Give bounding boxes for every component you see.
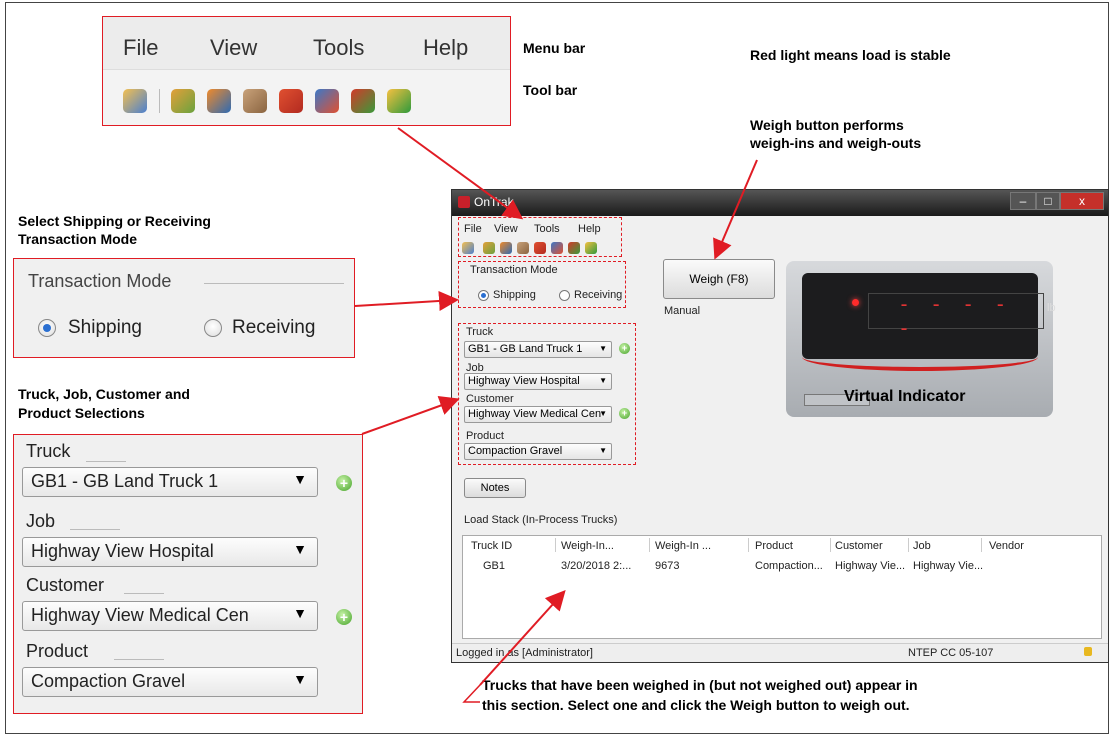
product-line [114,659,164,660]
callout-menu-bar: Menu bar [523,40,586,56]
callout-selections-1: Truck, Job, Customer and [18,386,190,402]
cell-job: Highway Vie... [913,560,984,572]
app-logo-icon [458,196,470,208]
job-line [70,529,120,530]
cell-weigh-in-weight: 9673 [655,560,680,572]
transaction-mode-label: Transaction Mode [28,271,172,291]
books-icon[interactable] [351,89,375,113]
zoom-transaction-mode: Transaction Mode Shipping Receiving [13,258,355,358]
chevron-down-icon: ▼ [293,605,307,621]
lock-icon [1084,647,1092,656]
users-icon[interactable] [123,89,147,113]
col-header[interactable]: Weigh-In... [561,540,614,552]
truck-value: GB1 - GB Land Truck 1 [31,471,219,491]
truck-line [86,461,126,462]
customer-icon[interactable] [207,89,231,113]
load-stack-table[interactable]: Truck ID Weigh-In... Weigh-In ... Produc… [462,535,1102,639]
dollar-user-icon[interactable] [387,89,411,113]
col-divider [908,538,909,552]
receiving-radio[interactable] [204,319,222,337]
add-truck-icon[interactable]: + [336,475,352,491]
chevron-down-icon: ▼ [293,541,307,557]
title-bar: OnTrak – □ x [452,190,1108,216]
col-divider [748,538,749,552]
job-label: Job [26,511,56,531]
col-divider [981,538,982,552]
product-select[interactable]: Compaction Gravel ▼ [22,667,318,697]
chevron-down-icon: ▼ [293,671,307,687]
col-divider [555,538,556,552]
notes-button[interactable]: Notes [464,478,526,498]
chevron-down-icon: ▼ [293,471,307,487]
callout-trucks-1: Trucks that have been weighed in (but no… [482,677,918,693]
zoom-selections: Truck GB1 - GB Land Truck 1 ▼ + Job Highw… [13,434,363,714]
truck-label: Truck [26,441,71,461]
col-divider [649,538,650,552]
stable-light-icon [852,299,859,306]
truck-select[interactable]: GB1 - GB Land Truck 1 ▼ [22,467,318,497]
status-cert: NTEP CC 05-107 [908,647,994,659]
col-header[interactable]: Vendor [989,540,1024,552]
transaction-highlight [458,261,626,308]
product-value: Compaction Gravel [31,671,186,691]
product-box-icon[interactable] [243,89,267,113]
menu-highlight [458,217,622,257]
virtual-indicator-label: Virtual Indicator [844,388,966,405]
load-stack-label: Load Stack (In-Process Trucks) [464,514,618,526]
truck-load-icon[interactable] [315,89,339,113]
group-line [204,283,344,284]
customer-line [124,593,164,594]
zoom-menu-toolbar: File View Tools Help [102,16,511,126]
cell-customer: Highway Vie... [835,560,906,572]
indicator-screen: - - - - - lb [802,273,1056,359]
job-value: Highway View Hospital [31,541,214,561]
indicator-red-accent [802,357,1038,371]
callout-weigh-button-2: weigh-ins and weigh-outs [750,135,922,151]
truck-job-icon[interactable] [171,89,195,113]
minimize-button[interactable]: – [1010,192,1036,210]
col-header[interactable]: Customer [835,540,883,552]
col-header[interactable]: Weigh-In ... [655,540,711,552]
shipping-radio[interactable] [38,319,56,337]
toolbar-separator [159,89,160,113]
col-header[interactable]: Product [755,540,793,552]
col-header[interactable]: Truck ID [471,540,512,552]
weigh-mode-label: Manual [664,305,701,317]
maximize-button[interactable]: □ [1036,192,1060,210]
add-customer-icon[interactable]: + [336,609,352,625]
close-button[interactable]: x [1060,192,1104,210]
callout-weigh-button-1: Weigh button performs [750,117,904,133]
callout-trucks-2: this section. Select one and click the W… [482,697,910,713]
callout-transaction-2: Transaction Mode [18,231,138,247]
window-title: OnTrak [474,195,514,209]
shipping-label[interactable]: Shipping [68,317,142,339]
menu-help[interactable]: Help [423,35,468,61]
job-select[interactable]: Highway View Hospital ▼ [22,537,318,567]
col-divider [830,538,831,552]
indicator-unit: lb [1047,302,1056,314]
cell-weigh-in-date: 3/20/2018 2:... [561,560,632,572]
selections-highlight [458,323,636,465]
weigh-button[interactable]: Weigh (F8) [663,259,775,299]
product-label: Product [26,641,89,661]
status-bar: Logged in as [Administrator] NTEP CC 05-… [452,643,1108,662]
customer-label: Customer [26,575,105,595]
menu-file[interactable]: File [123,35,158,61]
indicator-display: - - - - - [898,292,1011,340]
truck-icon[interactable] [279,89,303,113]
customer-value: Highway View Medical Cen [31,605,249,625]
menu-tools[interactable]: Tools [313,35,364,61]
callout-tool-bar: Tool bar [523,82,578,98]
receiving-label[interactable]: Receiving [232,317,315,339]
status-user: Logged in as [Administrator] [456,647,593,659]
callout-red-light: Red light means load is stable [750,47,951,63]
col-header[interactable]: Job [913,540,931,552]
customer-select[interactable]: Highway View Medical Cen ▼ [22,601,318,631]
callout-transaction-1: Select Shipping or Receiving [18,213,211,229]
menu-view[interactable]: View [210,35,257,61]
cell-truck-id: GB1 [483,560,506,572]
cell-product: Compaction... [755,560,823,572]
callout-selections-2: Product Selections [18,405,145,421]
